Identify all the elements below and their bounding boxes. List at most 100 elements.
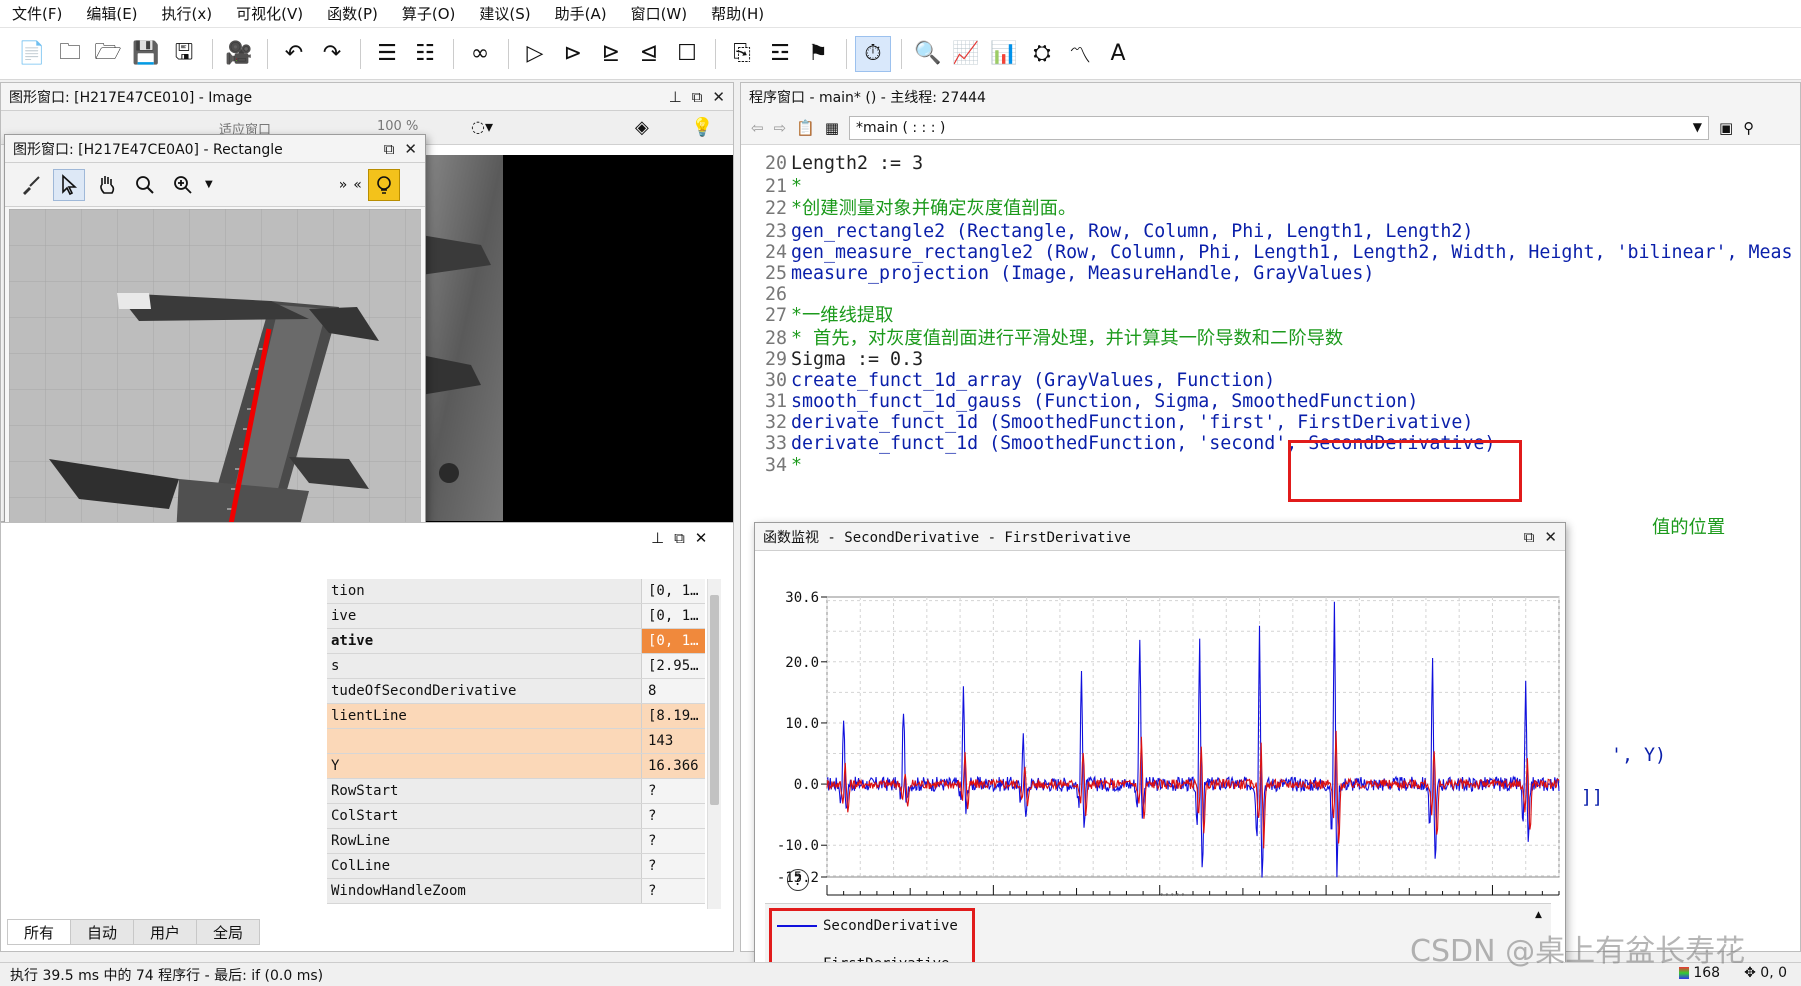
step-back-icon[interactable]: ⊴: [631, 36, 667, 72]
variable-row[interactable]: ive [0, 1…: [327, 604, 705, 629]
variable-tab-1[interactable]: 自动: [70, 919, 135, 945]
menu-item-8[interactable]: 窗口(W): [619, 3, 700, 24]
redo-icon[interactable]: ↷: [314, 36, 350, 72]
float-icon[interactable]: ⧉: [692, 88, 703, 106]
procedure-extra-icon[interactable]: ⚲: [1743, 119, 1754, 137]
close-icon[interactable]: ✕: [712, 88, 725, 106]
zoom-in-icon[interactable]: [167, 169, 199, 201]
save-all-icon[interactable]: 🖫: [166, 36, 202, 72]
line-profile-icon[interactable]: 〽: [1062, 36, 1098, 72]
zoom-icon[interactable]: [129, 169, 161, 201]
menu-item-5[interactable]: 算子(O): [390, 3, 468, 24]
grid-icon[interactable]: ▦: [825, 119, 839, 137]
pin-icon[interactable]: ⊥: [669, 88, 682, 106]
menu-item-3[interactable]: 可视化(V): [224, 3, 315, 24]
code-line[interactable]: 25 measure_projection (Image, MeasureHand…: [741, 262, 1374, 286]
procedure-edit-icon[interactable]: ▣: [1719, 119, 1733, 137]
record-icon[interactable]: 🎥: [221, 36, 257, 72]
variable-row[interactable]: Y 16.366: [327, 754, 705, 779]
variable-tab-3[interactable]: 全局: [196, 919, 261, 945]
float-icon[interactable]: ⧉: [384, 140, 395, 158]
close-icon[interactable]: ✕: [1544, 528, 1557, 546]
bulb-icon[interactable]: 💡: [691, 117, 713, 138]
code-line[interactable]: 21 *: [741, 175, 802, 199]
variable-row[interactable]: lientLine [8.19…: [327, 704, 705, 729]
menu-bar: 文件(F) 编辑(E) 执行(x) 可视化(V) 函数(P) 算子(O) 建议(S) 助手(A…: [0, 0, 1801, 28]
pointer-icon[interactable]: [53, 168, 85, 201]
chevron-down-icon[interactable]: ▼: [205, 179, 213, 190]
timer-icon[interactable]: ⏱: [855, 35, 891, 72]
run-icon[interactable]: ▷: [517, 36, 553, 72]
new-file-icon[interactable]: 📄: [14, 36, 50, 72]
variable-tab-0[interactable]: 所有: [7, 919, 72, 945]
clipboard-icon[interactable]: 📋: [796, 119, 815, 137]
procedure-select[interactable]: *main ( : : : ) ▼: [849, 115, 1710, 140]
font-icon[interactable]: A: [1100, 36, 1136, 72]
variable-row[interactable]: RowLine?: [327, 829, 705, 854]
code-line[interactable]: 20 Length2 := 3: [741, 152, 923, 176]
zoom-level[interactable]: 100 %: [377, 119, 418, 134]
variable-row[interactable]: ative [0, 1…: [327, 629, 705, 654]
resize-handle[interactable]: •••••: [1159, 891, 1186, 901]
reset-icon[interactable]: ⎘: [724, 36, 760, 72]
variable-value: [0, 1…: [641, 579, 705, 603]
layers-icon[interactable]: ◈: [635, 117, 649, 138]
zoom-icon[interactable]: 🔍: [910, 36, 946, 72]
open-icon[interactable]: 🗀: [52, 36, 88, 72]
menu-item-7[interactable]: 助手(A): [543, 3, 619, 24]
float-icon[interactable]: ⧉: [674, 529, 685, 547]
variable-row[interactable]: s [2.95…: [327, 654, 705, 679]
variable-row[interactable]: tion [0, 1…: [327, 579, 705, 604]
variable-row[interactable]: ColStart?: [327, 804, 705, 829]
menu-item-2[interactable]: 执行(x): [150, 3, 225, 24]
function-plot[interactable]: 30.620.010.00.0-10.0-15.2010020030040044…: [755, 551, 1567, 903]
flag-icon[interactable]: ⚑: [800, 36, 836, 72]
open-multi-icon[interactable]: 🗁: [90, 36, 126, 72]
bulb-icon[interactable]: [367, 168, 400, 201]
step-over-icon[interactable]: ⊵: [593, 36, 629, 72]
code-text: * 首先，对灰度值剖面进行平滑处理，并计算其一阶导数和二阶导数: [791, 328, 1344, 349]
save-icon[interactable]: 💾: [128, 36, 164, 72]
hand-icon[interactable]: [91, 169, 123, 201]
line-number: 27: [764, 305, 787, 326]
variable-tab-2[interactable]: 用户: [133, 919, 198, 945]
variable-scrollbar[interactable]: [707, 579, 721, 909]
brush-icon[interactable]: [15, 169, 47, 201]
expand-icon[interactable]: »: [339, 177, 348, 193]
menu-item-0[interactable]: 文件(F): [0, 3, 74, 24]
undo-icon[interactable]: ↶: [276, 36, 312, 72]
code-line[interactable]: 34 *: [741, 454, 802, 478]
list-icon[interactable]: ☲: [762, 36, 798, 72]
code-line[interactable]: 27 *一维线提取: [741, 304, 893, 328]
float-icon[interactable]: ⧉: [1524, 528, 1535, 546]
variable-value: ?: [641, 829, 705, 853]
variable-value: ?: [641, 879, 705, 903]
stop-icon[interactable]: ☐: [669, 36, 705, 72]
menu-item-9[interactable]: 帮助(H): [699, 3, 776, 24]
collapse-icon[interactable]: «: [353, 177, 362, 193]
graph-icon[interactable]: 📈: [948, 36, 984, 72]
close-icon[interactable]: ✕: [695, 529, 708, 547]
binoculars-icon[interactable]: ∞: [462, 36, 498, 72]
forward-icon[interactable]: ⇨: [774, 119, 787, 137]
shape-icon[interactable]: ◌▾: [471, 117, 493, 136]
back-icon[interactable]: ⇦: [751, 119, 764, 137]
code-text: derivate_funct_1d (SmoothedFunction, 'fi…: [791, 412, 1474, 433]
menu-item-6[interactable]: 建议(S): [467, 3, 542, 24]
histogram-icon[interactable]: 📊: [986, 36, 1022, 72]
variable-row[interactable]: tudeOfSecondDerivative 8: [327, 679, 705, 704]
help-icon[interactable]: ?: [787, 869, 809, 891]
insert-icon[interactable]: ☰: [369, 36, 405, 72]
step-icon[interactable]: ⊳: [555, 36, 591, 72]
menu-item-1[interactable]: 编辑(E): [74, 3, 149, 24]
remove-icon[interactable]: ☷: [407, 36, 443, 72]
variable-row[interactable]: 143: [327, 729, 705, 754]
variable-row[interactable]: ColLine?: [327, 854, 705, 879]
menu-item-4[interactable]: 函数(P): [315, 3, 390, 24]
code-line[interactable]: 22 *创建测量对象并确定灰度值剖面。: [741, 197, 1076, 221]
feature-icon[interactable]: ⛭: [1024, 36, 1060, 72]
variable-row[interactable]: RowStart?: [327, 779, 705, 804]
variable-row[interactable]: WindowHandleZoom?: [327, 879, 705, 904]
pin-icon[interactable]: ⊥: [651, 529, 664, 547]
close-icon[interactable]: ✕: [404, 140, 417, 158]
